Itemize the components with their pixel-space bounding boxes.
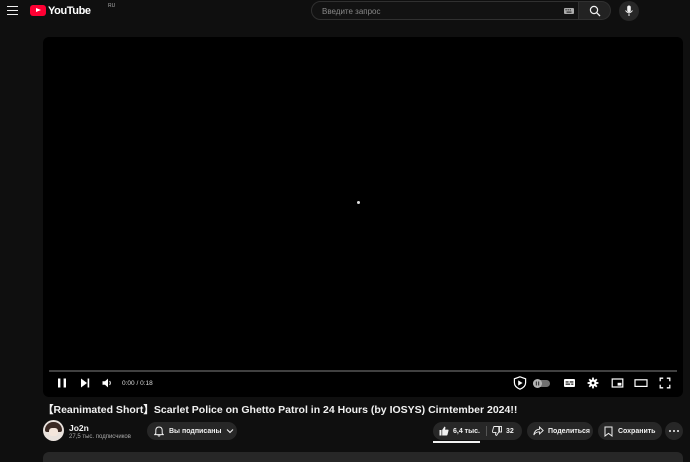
youtube-play-logo-icon (30, 5, 46, 16)
player-controls: 0:00 / 0:18 (43, 374, 683, 394)
logo-text: YouTube (48, 4, 91, 17)
autoplay-pause-icon (535, 381, 540, 386)
volume-icon[interactable] (101, 377, 113, 389)
subscriber-count: 27,5 тыс. подписчиков (69, 434, 131, 440)
like-button[interactable]: 6,4 тыс. (433, 422, 480, 440)
like-dislike-group: 6,4 тыс. 32 (433, 422, 522, 440)
bell-icon (154, 425, 164, 437)
more-dot-icon (673, 430, 675, 432)
time-display: 0:00 / 0:18 (122, 380, 153, 387)
keyboard-icon[interactable] (564, 8, 574, 14)
logo-region-code: RU (108, 3, 116, 9)
more-dot-icon (677, 430, 679, 432)
video-title: 【Reanimated Short】Scarlet Police on Ghet… (43, 404, 518, 416)
save-label: Сохранить (618, 427, 656, 435)
subscribed-button[interactable]: Вы подписаны (147, 422, 237, 440)
like-divider (486, 426, 487, 436)
share-button[interactable]: Поделиться (527, 422, 593, 440)
hamburger-menu-icon[interactable] (7, 6, 18, 15)
share-arrow-icon (533, 426, 544, 436)
search-input[interactable] (320, 2, 554, 21)
youtube-logo[interactable]: YouTube RU (30, 3, 115, 17)
more-dot-icon (669, 430, 671, 432)
time-current: 0:00 (122, 380, 135, 387)
autoplay-toggle[interactable] (533, 379, 550, 388)
description-box[interactable] (43, 452, 683, 462)
thumbs-up-icon (439, 426, 449, 436)
like-active-indicator (433, 441, 480, 443)
subtitles-icon[interactable] (563, 377, 576, 389)
search-button[interactable] (579, 1, 611, 20)
pause-icon[interactable] (56, 377, 68, 389)
search-icon (589, 5, 601, 17)
progress-bar[interactable] (49, 370, 677, 372)
channel-avatar[interactable] (43, 420, 64, 441)
fullscreen-icon[interactable] (659, 377, 671, 389)
subscribed-label: Вы подписаны (169, 427, 222, 435)
channel-name[interactable]: Jo2n (69, 423, 89, 433)
settings-gear-icon[interactable] (587, 377, 599, 389)
top-bar: YouTube RU (0, 0, 690, 22)
voice-search-button[interactable] (619, 1, 639, 21)
more-actions-button[interactable] (665, 422, 683, 440)
miniplayer-icon[interactable] (611, 377, 624, 389)
ad-block-shield-icon[interactable] (513, 376, 527, 390)
time-separator: / (136, 380, 139, 387)
search-box (311, 1, 579, 21)
microphone-icon (625, 5, 633, 16)
next-icon[interactable] (79, 377, 91, 389)
bookmark-icon (604, 426, 613, 437)
video-player[interactable]: 0:00 / 0:18 (43, 37, 683, 397)
chevron-down-icon (227, 429, 234, 434)
like-count: 6,4 тыс. (453, 427, 480, 435)
save-button[interactable]: Сохранить (598, 422, 662, 440)
time-total: 0:18 (140, 380, 153, 387)
dislike-count: 32 (506, 427, 514, 435)
thumbs-down-icon (492, 426, 502, 436)
theater-mode-icon[interactable] (634, 377, 648, 389)
dislike-button[interactable]: 32 (492, 422, 514, 440)
share-label: Поделиться (548, 427, 591, 435)
autoplay-toggle-knob (533, 379, 542, 388)
mouse-cursor (357, 201, 360, 204)
